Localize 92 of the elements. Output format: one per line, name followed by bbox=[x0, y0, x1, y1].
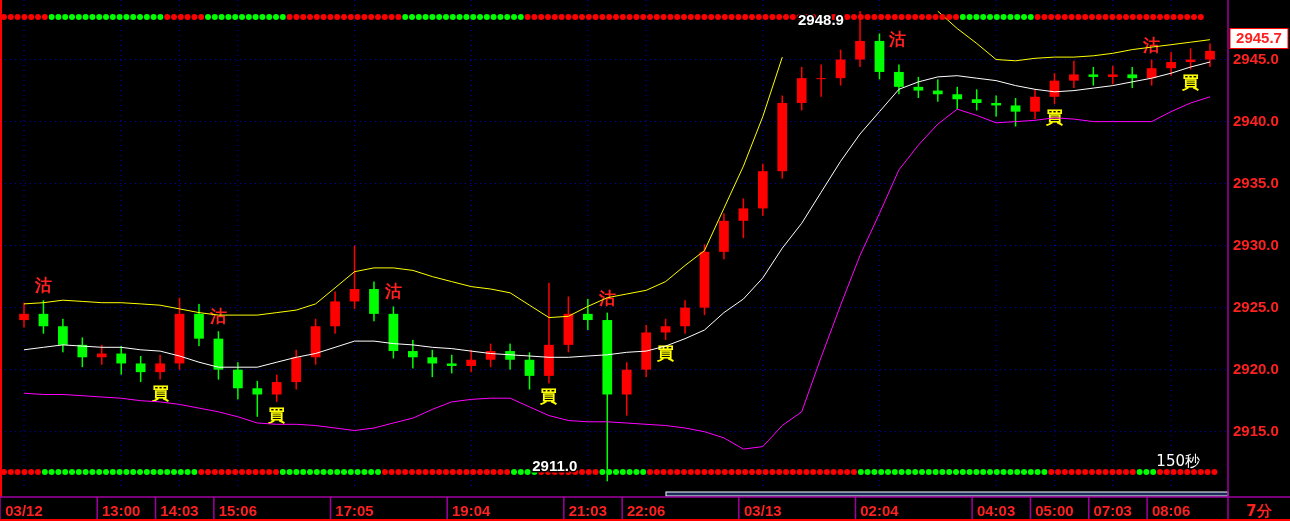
time-axis-label: 03/12 bbox=[5, 502, 43, 519]
candlestick bbox=[485, 343, 496, 368]
candlestick bbox=[1010, 98, 1021, 127]
candlestick bbox=[58, 318, 68, 353]
candlestick bbox=[641, 325, 651, 378]
price-axis-label: 2920.0 bbox=[1233, 359, 1279, 377]
candlestick bbox=[408, 339, 418, 369]
candlestick bbox=[894, 64, 904, 95]
candlestick bbox=[874, 33, 885, 80]
candlestick bbox=[855, 11, 865, 67]
candlestick bbox=[349, 245, 360, 309]
time-axis-label: 03/13 bbox=[744, 502, 782, 519]
time-axis-label: 21:03 bbox=[568, 502, 607, 519]
countdown-label: 150秒 bbox=[1156, 452, 1200, 470]
candlestick bbox=[1088, 67, 1099, 86]
candlestick bbox=[796, 67, 807, 111]
candlestick bbox=[135, 356, 146, 383]
candlestick bbox=[835, 49, 846, 86]
candlestick bbox=[1146, 59, 1157, 86]
sell-signal-label: 沽 bbox=[889, 29, 906, 49]
candlestick bbox=[524, 352, 535, 390]
price-axis-label: 2915.0 bbox=[1233, 421, 1279, 439]
buy-signal-label: 買 bbox=[1182, 72, 1200, 93]
candlestick bbox=[388, 306, 399, 359]
time-axis-label: 22:06 bbox=[627, 502, 666, 519]
candlestick bbox=[369, 281, 379, 322]
candlestick bbox=[563, 296, 574, 353]
price-axis-label: 2935.0 bbox=[1233, 173, 1279, 191]
time-axis-label: 14:03 bbox=[160, 502, 199, 519]
candlestick bbox=[155, 354, 165, 380]
candlestick bbox=[1049, 73, 1060, 105]
candlestick bbox=[1205, 43, 1215, 67]
candlestick bbox=[738, 198, 749, 239]
low-price-label: 2911.0 bbox=[532, 457, 578, 475]
candlestick bbox=[466, 349, 477, 373]
candlestick bbox=[446, 354, 457, 374]
candlestick bbox=[971, 89, 982, 111]
price-axis-label: 2940.0 bbox=[1233, 111, 1279, 129]
period-label[interactable]: 7分 bbox=[1246, 502, 1272, 520]
candlestick bbox=[757, 163, 768, 216]
time-axis-label: 07:03 bbox=[1093, 502, 1132, 519]
candlestick bbox=[1069, 60, 1079, 89]
candlestick bbox=[310, 318, 321, 365]
candlestick bbox=[660, 318, 671, 340]
time-axis-label: 08:06 bbox=[1151, 502, 1191, 519]
buy-signal-label: 買 bbox=[540, 386, 558, 407]
candlestick bbox=[699, 244, 710, 316]
candlestick bbox=[505, 343, 515, 370]
candlestick bbox=[932, 79, 943, 102]
candlestick bbox=[291, 349, 302, 390]
price-axis-label: 2945.0 bbox=[1233, 49, 1279, 67]
sell-signal-label: 沽 bbox=[384, 281, 402, 302]
candlestick bbox=[583, 298, 593, 330]
candlestick bbox=[213, 331, 224, 380]
candlestick bbox=[1030, 89, 1040, 120]
buy-signal-label: 買 bbox=[657, 342, 675, 363]
candlestick bbox=[1185, 48, 1196, 70]
time-axis-label: 17:05 bbox=[335, 502, 374, 519]
time-axis-label: 05:00 bbox=[1035, 502, 1074, 519]
candlestick bbox=[194, 303, 204, 347]
candlestick bbox=[116, 346, 127, 375]
time-axis-label: 04:03 bbox=[976, 502, 1016, 519]
price-axis-label: 2925.0 bbox=[1233, 297, 1279, 315]
buy-signal-label: 買 bbox=[151, 382, 169, 403]
candlestick bbox=[1127, 67, 1138, 89]
candlestick bbox=[991, 95, 1001, 117]
candlestick bbox=[271, 374, 282, 402]
candlestick bbox=[1166, 52, 1176, 76]
time-axis-label: 13:00 bbox=[102, 502, 141, 519]
candlestick bbox=[1107, 65, 1118, 85]
candlestick bbox=[913, 76, 924, 98]
buy-signal-label: 買 bbox=[268, 404, 286, 425]
time-axis-label: 19:04 bbox=[452, 502, 491, 519]
candlestick bbox=[38, 300, 49, 334]
time-axis-label: 15:06 bbox=[218, 502, 258, 519]
candlestick bbox=[621, 362, 632, 416]
candlestick bbox=[96, 344, 107, 365]
candlestick bbox=[330, 291, 340, 334]
candlestick bbox=[816, 64, 826, 97]
candlestick bbox=[233, 362, 243, 400]
candlestick bbox=[680, 300, 690, 334]
price-axis-label: 2930.0 bbox=[1233, 235, 1279, 253]
candlestick bbox=[19, 302, 29, 328]
candlestick bbox=[719, 213, 729, 260]
time-axis-label: 02:04 bbox=[860, 502, 899, 519]
sell-signal-label: 沽 bbox=[34, 275, 52, 296]
candlestick bbox=[252, 380, 263, 417]
current-price-tag: 2945.7 bbox=[1229, 28, 1289, 50]
candlestick bbox=[77, 337, 88, 368]
candlestick bbox=[427, 349, 438, 378]
scroll-bar[interactable] bbox=[665, 491, 1229, 497]
candlestick bbox=[952, 86, 963, 110]
